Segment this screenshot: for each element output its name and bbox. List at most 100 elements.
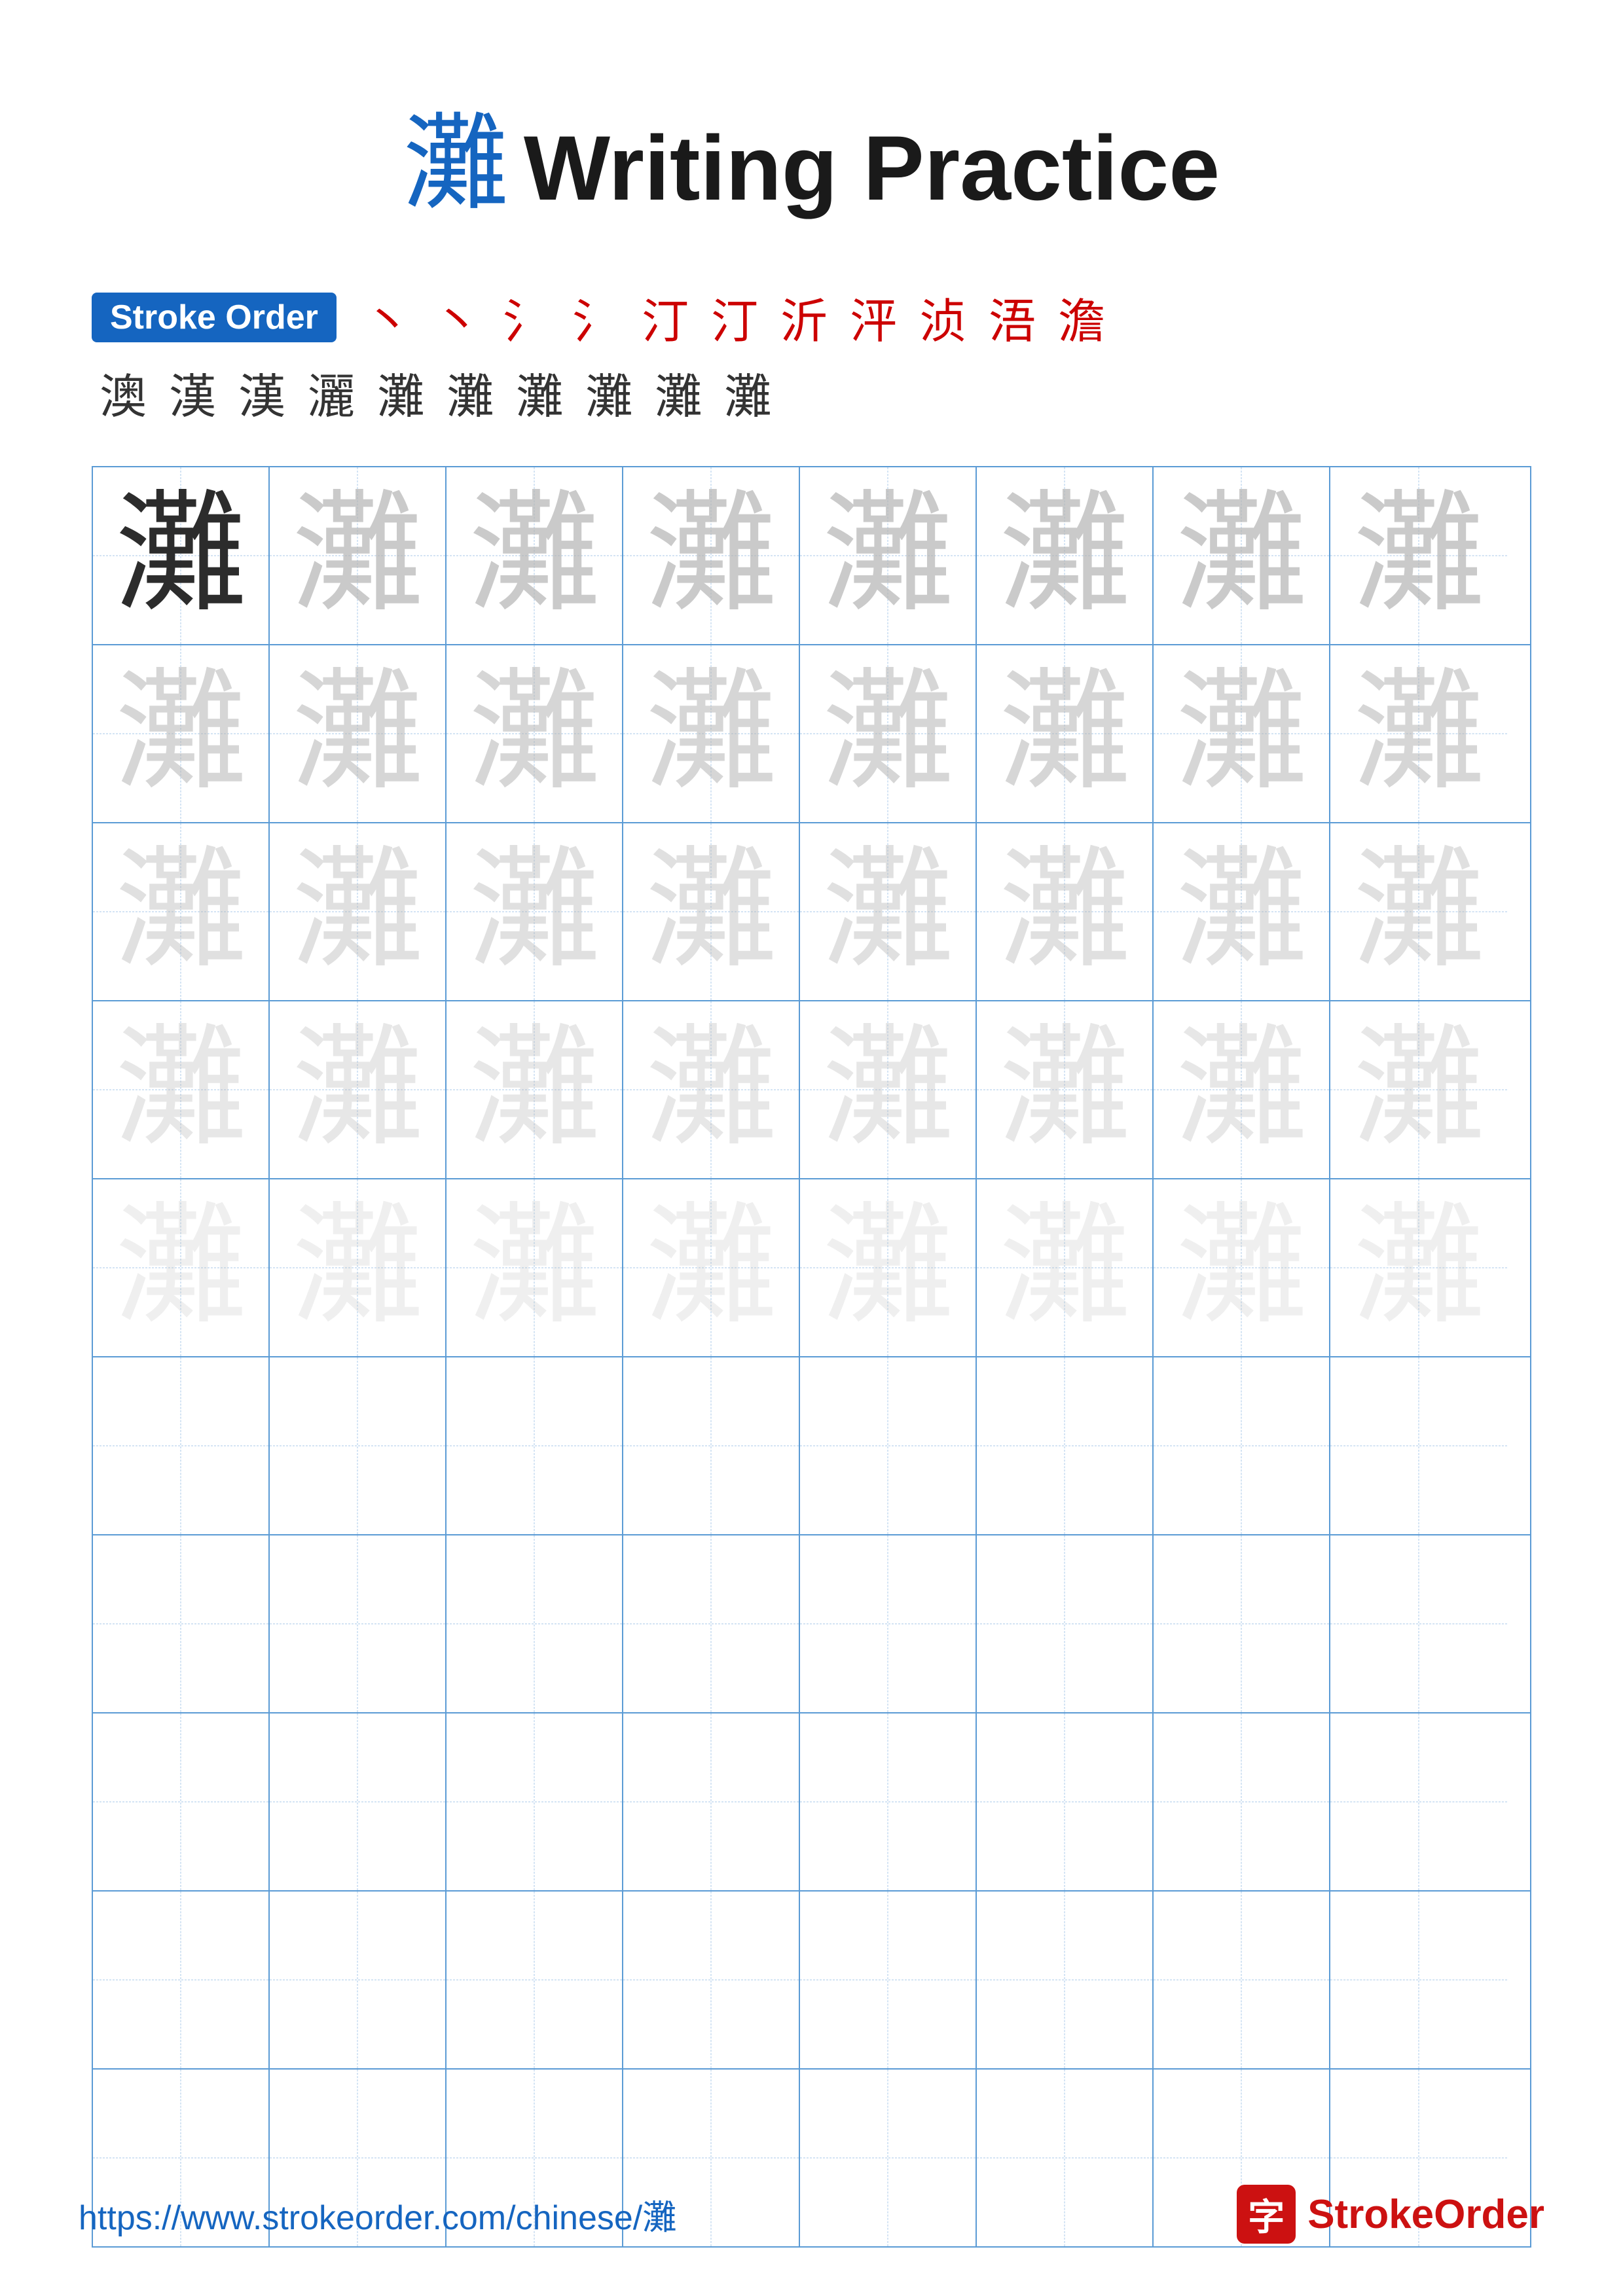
grid-cell-9-8[interactable] — [1330, 1892, 1507, 2068]
grid-cell-7-8[interactable] — [1330, 1535, 1507, 1712]
grid-cell-1-1[interactable]: 灘 — [93, 467, 270, 644]
grid-cell-5-5[interactable]: 灘 — [800, 1179, 977, 1356]
grid-cell-8-4[interactable] — [623, 1713, 800, 1890]
grid-cell-2-2[interactable]: 灘 — [270, 645, 447, 822]
practice-char: 灘 — [469, 668, 600, 799]
grid-cell-1-5[interactable]: 灘 — [800, 467, 977, 644]
grid-cell-1-4[interactable]: 灘 — [623, 467, 800, 644]
practice-char: 灘 — [1353, 490, 1484, 621]
stroke-7: 沂 — [780, 283, 828, 351]
stroke-order-section: Stroke Order 丶 丶 氵 氵 汀 汀 沂 泙 浈 浯 澹 澳 漢 漢… — [79, 283, 1544, 427]
grid-cell-1-7[interactable]: 灘 — [1154, 467, 1330, 644]
grid-cell-5-4[interactable]: 灘 — [623, 1179, 800, 1356]
grid-cell-8-7[interactable] — [1154, 1713, 1330, 1890]
grid-cell-1-6[interactable]: 灘 — [977, 467, 1154, 644]
grid-cell-2-6[interactable]: 灘 — [977, 645, 1154, 822]
grid-row-4: 灘 灘 灘 灘 灘 灘 灘 灘 — [93, 1001, 1530, 1179]
stroke-21: 灘 — [724, 358, 771, 427]
grid-cell-7-7[interactable] — [1154, 1535, 1330, 1712]
grid-cell-9-5[interactable] — [800, 1892, 977, 2068]
practice-char: 灘 — [469, 1024, 600, 1155]
grid-cell-7-1[interactable] — [93, 1535, 270, 1712]
grid-cell-8-1[interactable] — [93, 1713, 270, 1890]
grid-cell-7-4[interactable] — [623, 1535, 800, 1712]
grid-cell-3-1[interactable]: 灘 — [93, 823, 270, 1000]
grid-cell-5-6[interactable]: 灘 — [977, 1179, 1154, 1356]
practice-char: 灘 — [822, 668, 953, 799]
grid-cell-2-3[interactable]: 灘 — [447, 645, 623, 822]
grid-cell-3-8[interactable]: 灘 — [1330, 823, 1507, 1000]
grid-row-8 — [93, 1713, 1530, 1892]
grid-cell-6-8[interactable] — [1330, 1357, 1507, 1534]
practice-char: 灘 — [822, 846, 953, 977]
grid-cell-6-6[interactable] — [977, 1357, 1154, 1534]
page: 灘 Writing Practice Stroke Order 丶 丶 氵 氵 … — [0, 0, 1623, 2296]
footer-url[interactable]: https://www.strokeorder.com/chinese/灘 — [79, 2190, 676, 2239]
grid-cell-9-1[interactable] — [93, 1892, 270, 2068]
grid-row-9 — [93, 1892, 1530, 2070]
grid-cell-6-5[interactable] — [800, 1357, 977, 1534]
stroke-chars-row1: 丶 丶 氵 氵 汀 汀 沂 泙 浈 浯 澹 — [356, 283, 1113, 351]
grid-cell-2-8[interactable]: 灘 — [1330, 645, 1507, 822]
grid-cell-3-4[interactable]: 灘 — [623, 823, 800, 1000]
practice-char: 灘 — [292, 1202, 423, 1333]
practice-char: 灘 — [1176, 1202, 1307, 1333]
practice-char: 灘 — [646, 490, 776, 621]
grid-cell-8-6[interactable] — [977, 1713, 1154, 1890]
practice-char: 灘 — [292, 846, 423, 977]
practice-char: 灘 — [822, 1202, 953, 1333]
grid-cell-9-6[interactable] — [977, 1892, 1154, 2068]
grid-cell-6-7[interactable] — [1154, 1357, 1330, 1534]
grid-cell-3-6[interactable]: 灘 — [977, 823, 1154, 1000]
grid-cell-9-3[interactable] — [447, 1892, 623, 2068]
grid-cell-4-2[interactable]: 灘 — [270, 1001, 447, 1178]
grid-cell-1-8[interactable]: 灘 — [1330, 467, 1507, 644]
grid-cell-8-5[interactable] — [800, 1713, 977, 1890]
grid-cell-8-3[interactable] — [447, 1713, 623, 1890]
grid-cell-3-3[interactable]: 灘 — [447, 823, 623, 1000]
grid-cell-4-3[interactable]: 灘 — [447, 1001, 623, 1178]
grid-cell-5-1[interactable]: 灘 — [93, 1179, 270, 1356]
grid-cell-4-6[interactable]: 灘 — [977, 1001, 1154, 1178]
title-text: Writing Practice — [524, 117, 1220, 219]
grid-cell-8-2[interactable] — [270, 1713, 447, 1890]
grid-cell-3-5[interactable]: 灘 — [800, 823, 977, 1000]
practice-char: 灘 — [646, 1024, 776, 1155]
grid-cell-6-1[interactable] — [93, 1357, 270, 1534]
stroke-16: 灘 — [377, 358, 424, 427]
grid-cell-6-4[interactable] — [623, 1357, 800, 1534]
practice-char: 灘 — [115, 1202, 246, 1333]
grid-cell-5-3[interactable]: 灘 — [447, 1179, 623, 1356]
grid-row-3: 灘 灘 灘 灘 灘 灘 灘 灘 — [93, 823, 1530, 1001]
grid-cell-2-7[interactable]: 灘 — [1154, 645, 1330, 822]
grid-cell-6-2[interactable] — [270, 1357, 447, 1534]
practice-char: 灘 — [115, 668, 246, 799]
grid-cell-7-2[interactable] — [270, 1535, 447, 1712]
grid-cell-2-1[interactable]: 灘 — [93, 645, 270, 822]
grid-cell-2-4[interactable]: 灘 — [623, 645, 800, 822]
grid-cell-4-4[interactable]: 灘 — [623, 1001, 800, 1178]
grid-cell-8-8[interactable] — [1330, 1713, 1507, 1890]
grid-cell-9-2[interactable] — [270, 1892, 447, 2068]
grid-cell-5-7[interactable]: 灘 — [1154, 1179, 1330, 1356]
grid-cell-7-5[interactable] — [800, 1535, 977, 1712]
grid-cell-5-8[interactable]: 灘 — [1330, 1179, 1507, 1356]
grid-cell-4-1[interactable]: 灘 — [93, 1001, 270, 1178]
grid-cell-4-5[interactable]: 灘 — [800, 1001, 977, 1178]
grid-cell-6-3[interactable] — [447, 1357, 623, 1534]
grid-cell-4-7[interactable]: 灘 — [1154, 1001, 1330, 1178]
grid-cell-3-7[interactable]: 灘 — [1154, 823, 1330, 1000]
grid-cell-5-2[interactable]: 灘 — [270, 1179, 447, 1356]
grid-cell-9-7[interactable] — [1154, 1892, 1330, 2068]
grid-cell-3-2[interactable]: 灘 — [270, 823, 447, 1000]
grid-cell-1-2[interactable]: 灘 — [270, 467, 447, 644]
grid-cell-7-3[interactable] — [447, 1535, 623, 1712]
grid-row-5: 灘 灘 灘 灘 灘 灘 灘 灘 — [93, 1179, 1530, 1357]
grid-cell-7-6[interactable] — [977, 1535, 1154, 1712]
grid-cell-4-8[interactable]: 灘 — [1330, 1001, 1507, 1178]
practice-char: 灘 — [1353, 668, 1484, 799]
grid-cell-9-4[interactable] — [623, 1892, 800, 2068]
grid-cell-1-3[interactable]: 灘 — [447, 467, 623, 644]
grid-cell-2-5[interactable]: 灘 — [800, 645, 977, 822]
practice-char: 灘 — [999, 668, 1130, 799]
